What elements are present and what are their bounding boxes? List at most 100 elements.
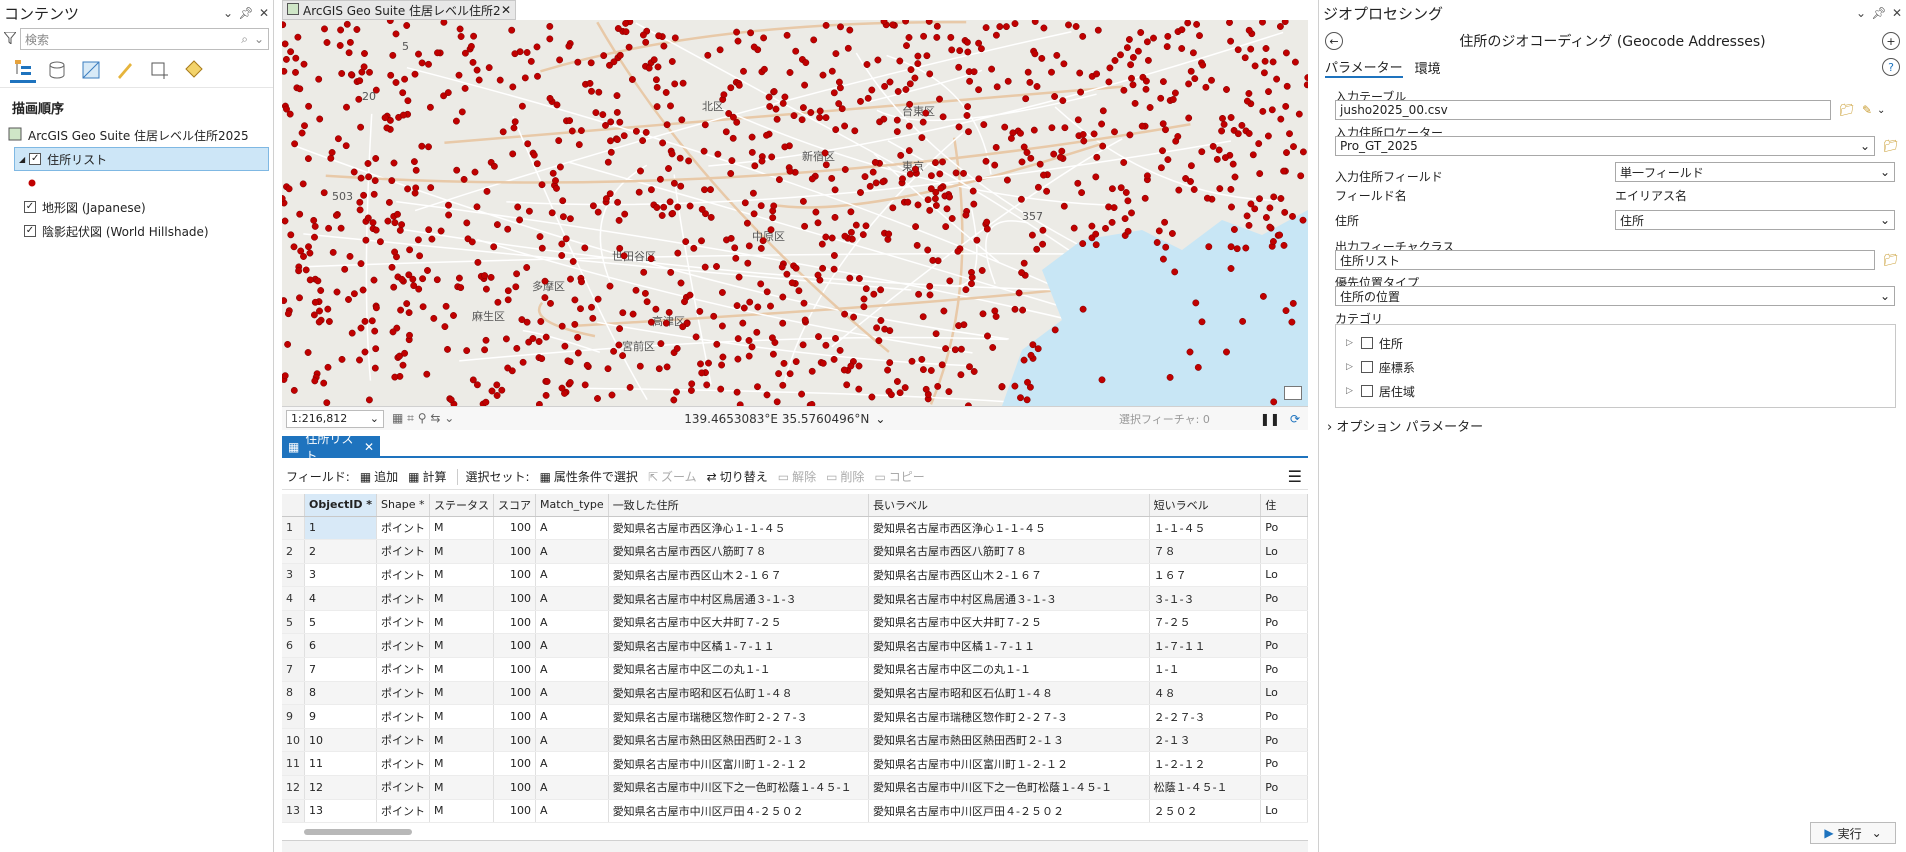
table-row[interactable]: 1 1 ポイント M 100 A 愛知県名古屋市西区浄心１-１-４５ 愛知県名古屋市西区浄心１…	[282, 516, 1308, 541]
list-by-drawing-order-icon[interactable]	[10, 57, 36, 83]
table-cell[interactable]: ポイント	[376, 633, 431, 659]
calculate-field-button[interactable]: ▦ 計算	[408, 468, 446, 485]
table-cell[interactable]: 3	[304, 563, 378, 588]
row-number[interactable]: 3	[282, 563, 305, 588]
folder-icon[interactable]: 📁︎	[1837, 100, 1857, 120]
table-row[interactable]: 2 2 ポイント M 100 A 愛知県名古屋市西区八筋町７８ 愛知県名古屋市西区八筋町７８ ７…	[282, 539, 1308, 564]
table-cell[interactable]: ポイント	[376, 775, 431, 800]
table-cell[interactable]: 100	[493, 704, 537, 729]
table-cell[interactable]: 愛知県名古屋市中村区鳥居通３-１-３	[868, 586, 1150, 611]
table-cell[interactable]: ポイント	[376, 728, 431, 753]
table-cell[interactable]: 愛知県名古屋市瑞穂区惣作町２-２７-３	[608, 704, 870, 729]
table-cell[interactable]: Po	[1260, 728, 1308, 753]
table-cell[interactable]: M	[429, 539, 495, 564]
table-cell[interactable]: Po	[1260, 775, 1308, 800]
zoom-to-selection-button[interactable]: ⇱ ズーム	[648, 468, 697, 485]
table-cell[interactable]: 愛知県名古屋市西区八筋町７８	[868, 539, 1150, 564]
table-cell[interactable]: 4	[304, 586, 378, 611]
row-number[interactable]: 1	[282, 516, 305, 541]
table-cell[interactable]: M	[429, 516, 495, 541]
input-table-field[interactable]: jusho2025_00.csv	[1335, 100, 1831, 120]
grid-icon[interactable]: ▦ ⌗ ⚲ ⇆ ⌄	[392, 411, 454, 426]
table-cell[interactable]: M	[429, 775, 495, 800]
table-tab[interactable]: ▦ 住所リスト ✕	[282, 432, 380, 463]
table-cell[interactable]: 100	[493, 563, 537, 588]
column-header[interactable]: 住	[1260, 494, 1308, 517]
table-cell[interactable]: 愛知県名古屋市中区大井町７-２５	[608, 610, 870, 635]
table-cell[interactable]: 愛知県名古屋市西区八筋町７８	[608, 539, 870, 564]
table-cell[interactable]: 愛知県名古屋市中村区鳥居通３-１-３	[608, 586, 870, 611]
table-cell[interactable]: M	[429, 586, 495, 611]
menu-icon[interactable]: ☰	[1288, 467, 1302, 486]
column-header[interactable]: スコア	[493, 494, 537, 517]
address-fields-select[interactable]: 単一フィールド ⌄	[1615, 162, 1895, 182]
column-header[interactable]: 一致した住所	[608, 494, 870, 517]
expand-arrow-icon[interactable]: ▷	[1346, 386, 1353, 396]
table-cell[interactable]: 愛知県名古屋市西区山木２-１６７	[868, 563, 1150, 588]
column-header[interactable]: 短いラベル	[1149, 494, 1262, 517]
list-by-editing-icon[interactable]	[112, 57, 138, 83]
add-icon[interactable]: +	[1882, 32, 1900, 50]
table-cell[interactable]: A	[535, 539, 609, 564]
table-cell[interactable]: Po	[1260, 516, 1308, 541]
table-cell[interactable]: A	[535, 516, 609, 541]
table-cell[interactable]: A	[535, 728, 609, 753]
table-row[interactable]: 7 7 ポイント M 100 A 愛知県名古屋市中区二の丸１-１ 愛知県名古屋市中区二の丸１-…	[282, 657, 1308, 682]
list-by-selection-icon[interactable]	[78, 57, 104, 83]
basemap-attribution-icon[interactable]	[1284, 386, 1302, 400]
tab-environments[interactable]: 環境	[1415, 58, 1441, 77]
table-cell[interactable]: 100	[493, 633, 537, 659]
category-item[interactable]: ▷ 座標系	[1336, 355, 1895, 379]
pin-icon[interactable]: 📌︎	[237, 6, 255, 20]
table-cell[interactable]: １-２-１２	[1149, 751, 1262, 777]
layer-visibility-checkbox[interactable]: ✓	[24, 201, 36, 213]
table-cell[interactable]: M	[429, 704, 495, 729]
layer-address-list[interactable]: ◢ ✓ 住所リスト	[14, 147, 269, 171]
chevron-down-icon[interactable]: ⌄	[875, 412, 885, 426]
table-cell[interactable]: 1	[304, 516, 378, 541]
table-cell[interactable]: 愛知県名古屋市西区山木２-１６７	[608, 563, 870, 588]
table-cell[interactable]: 100	[493, 539, 537, 564]
table-cell[interactable]: M	[429, 657, 495, 682]
table-cell[interactable]: １-７-１１	[1149, 633, 1262, 659]
table-row[interactable]: 13 13 ポイント M 100 A 愛知県名古屋市中川区戸田４-２５０２ 愛知県名古屋市中川…	[282, 799, 1308, 824]
table-row[interactable]: 6 6 ポイント M 100 A 愛知県名古屋市中区橘１-７-１１ 愛知県名古屋市中区橘１-７…	[282, 633, 1308, 659]
table-cell[interactable]: 愛知県名古屋市中区橘１-７-１１	[868, 633, 1150, 659]
map-canvas[interactable]: 東京多摩区麻生区宮前区高津区中原区世田谷区新宿区台東区北区357503205	[282, 20, 1308, 406]
table-cell[interactable]: ７８	[1149, 539, 1262, 564]
table-cell[interactable]: 愛知県名古屋市中川区下之一色町松蔭１-４５-１	[608, 775, 870, 800]
clear-selection-button[interactable]: ▭ 解除	[778, 468, 816, 485]
table-cell[interactable]: 2	[304, 539, 378, 564]
list-by-labeling-icon[interactable]	[180, 57, 206, 83]
table-cell[interactable]: Po	[1260, 751, 1308, 777]
chevron-down-icon[interactable]: ⌄	[219, 6, 237, 20]
table-cell[interactable]: ポイント	[376, 681, 431, 706]
help-icon[interactable]: ?	[1882, 58, 1900, 76]
row-number[interactable]: 10	[282, 728, 305, 753]
table-cell[interactable]: Lo	[1260, 539, 1308, 564]
close-icon[interactable]: ✕	[1888, 6, 1906, 20]
back-icon[interactable]: ←	[1325, 32, 1343, 50]
copy-selection-button[interactable]: ▭ コピー	[874, 468, 924, 485]
attribute-table[interactable]: ObjectID * Shape * ステータス スコア Match_type …	[282, 494, 1308, 824]
column-header[interactable]: 長いラベル	[868, 494, 1150, 517]
table-row[interactable]: 5 5 ポイント M 100 A 愛知県名古屋市中区大井町７-２５ 愛知県名古屋市中区大井町７…	[282, 610, 1308, 635]
table-cell[interactable]: 7	[304, 657, 378, 682]
table-cell[interactable]: 松蔭１-４５-１	[1149, 775, 1262, 800]
table-cell[interactable]: 愛知県名古屋市中区大井町７-２５	[868, 610, 1150, 635]
column-header[interactable]: ObjectID *	[304, 494, 378, 517]
table-cell[interactable]: ３-１-３	[1149, 586, 1262, 611]
column-header[interactable]: ステータス	[429, 494, 495, 517]
filter-icon[interactable]	[2, 31, 18, 47]
table-cell[interactable]: Po	[1260, 610, 1308, 635]
table-cell[interactable]: ポイント	[376, 539, 431, 564]
locator-select[interactable]: Pro_GT_2025 ⌄	[1335, 136, 1875, 156]
table-row[interactable]: 10 10 ポイント M 100 A 愛知県名古屋市熱田区熱田西町２-１３ 愛知県名古屋市熱田…	[282, 728, 1308, 753]
table-cell[interactable]: ポイント	[376, 610, 431, 635]
table-cell[interactable]: ポイント	[376, 586, 431, 611]
category-checkbox[interactable]	[1360, 361, 1373, 373]
expand-toggle-icon[interactable]: ◢	[19, 155, 25, 164]
table-cell[interactable]: ７-２５	[1149, 610, 1262, 635]
table-row[interactable]: 11 11 ポイント M 100 A 愛知県名古屋市中川区富川町１-２-１２ 愛知県名古屋市中…	[282, 751, 1308, 777]
add-field-button[interactable]: ▦ 追加	[360, 468, 398, 485]
